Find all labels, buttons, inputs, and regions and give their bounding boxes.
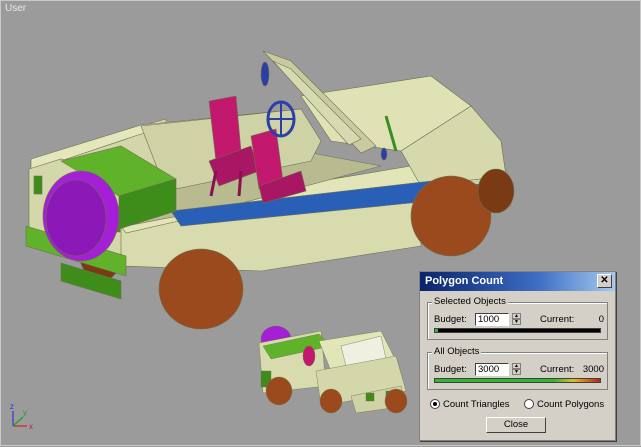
front-wheel-far bbox=[477, 168, 515, 214]
all-current-label: Current: bbox=[540, 364, 575, 375]
all-budget-label: Budget: bbox=[434, 364, 467, 375]
spare-tire-face bbox=[45, 179, 107, 257]
selected-objects-group: Selected Objects Budget: 1000 ▲ ▼ Curren… bbox=[427, 296, 608, 340]
selected-progress-fill bbox=[435, 329, 439, 332]
dialog-titlebar[interactable]: Polygon Count ✕ bbox=[420, 272, 615, 291]
selected-progress-bar bbox=[434, 328, 601, 333]
radio-count-triangles[interactable]: Count Triangles bbox=[430, 399, 510, 410]
all-progress-fill bbox=[435, 379, 600, 382]
polygon-count-dialog: Polygon Count ✕ Selected Objects Budget:… bbox=[419, 271, 616, 441]
selected-current-label: Current: bbox=[540, 314, 575, 325]
selected-budget-spinner[interactable]: ▲ ▼ bbox=[512, 313, 521, 326]
spinner-down-icon[interactable]: ▼ bbox=[512, 369, 521, 375]
rear-light-left bbox=[33, 175, 43, 195]
radio-triangles-label: Count Triangles bbox=[443, 399, 510, 410]
close-icon[interactable]: ✕ bbox=[597, 274, 612, 288]
selected-current-value: 0 bbox=[598, 314, 604, 325]
all-objects-group: All Objects Budget: 3000 ▲ ▼ Current: 30… bbox=[427, 346, 608, 390]
spinner-down-icon[interactable]: ▼ bbox=[512, 319, 521, 325]
all-budget-input[interactable]: 3000 bbox=[475, 363, 509, 376]
all-progress-bar bbox=[434, 378, 601, 383]
selected-objects-title: Selected Objects bbox=[432, 296, 508, 307]
radio-polygons-label: Count Polygons bbox=[537, 399, 605, 410]
axis-gizmo: x y z bbox=[10, 402, 33, 431]
all-current-value: 3000 bbox=[582, 364, 604, 375]
close-button[interactable]: Close bbox=[486, 417, 546, 433]
preview-jeep bbox=[258, 325, 408, 414]
preview-wheel-front2 bbox=[384, 388, 408, 414]
selected-budget-input[interactable]: 1000 bbox=[475, 313, 509, 326]
headlight bbox=[380, 147, 388, 161]
selected-budget-label: Budget: bbox=[434, 314, 467, 325]
count-mode-radios: Count Triangles Count Polygons bbox=[430, 399, 610, 413]
preview-wheel-rear bbox=[265, 376, 293, 406]
axis-x-label: x bbox=[29, 422, 33, 431]
perspective-viewport[interactable]: User x y z Polygon Count ✕ Selected Obje… bbox=[0, 0, 641, 446]
radio-dot[interactable] bbox=[430, 399, 440, 410]
axis-z-label: z bbox=[10, 402, 14, 411]
preview-wheel-front bbox=[319, 388, 343, 414]
mirror-left bbox=[260, 61, 270, 87]
dialog-title: Polygon Count bbox=[425, 275, 504, 287]
rear-wheel bbox=[158, 248, 244, 330]
all-budget-spinner[interactable]: ▲ ▼ bbox=[512, 363, 521, 376]
radio-dot[interactable] bbox=[524, 399, 534, 410]
all-objects-title: All Objects bbox=[432, 346, 482, 357]
axis-y-label: y bbox=[23, 408, 27, 417]
radio-count-polygons[interactable]: Count Polygons bbox=[524, 399, 604, 410]
